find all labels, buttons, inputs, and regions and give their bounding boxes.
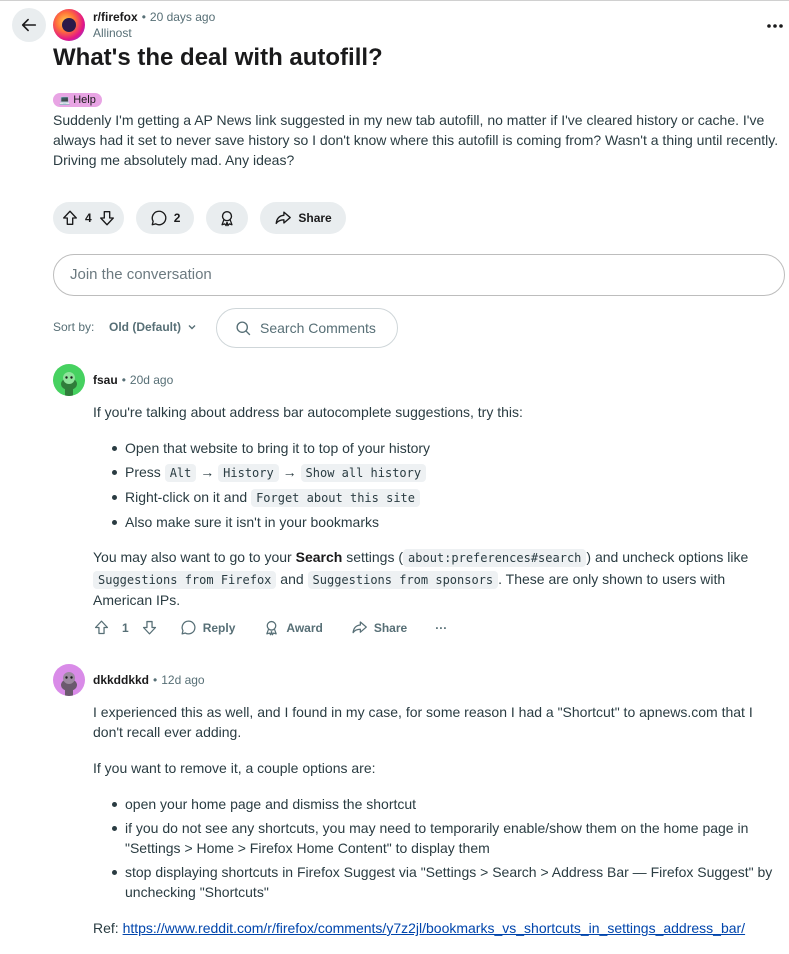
separator-dot: • — [153, 673, 158, 687]
snoo-avatar-icon — [61, 672, 77, 696]
list-item: stop displaying shortcuts in Firefox Sug… — [112, 862, 782, 902]
flair-label: Help — [73, 94, 96, 106]
top-divider — [0, 0, 789, 3]
more-options-button[interactable]: ··· — [435, 621, 447, 635]
sort-value: Old (Default) — [109, 320, 181, 334]
award-button[interactable] — [206, 202, 249, 234]
vote-count: 4 — [85, 211, 92, 225]
post-time: 20 days ago — [149, 10, 216, 24]
comment-meta: fsau • 20d ago — [93, 373, 173, 387]
avatar[interactable] — [53, 364, 85, 396]
downvote-icon[interactable] — [141, 619, 158, 636]
post-meta: r/firefox • 20 days ago — [93, 10, 215, 24]
ellipsis-icon: ··· — [435, 620, 448, 635]
inline-code: Forget about this site — [251, 489, 421, 507]
comment-text: I experienced this as well, and I found … — [93, 704, 753, 740]
separator-dot: • — [141, 10, 146, 24]
sort-label: Sort by: — [53, 320, 95, 334]
post-author[interactable]: Allinost — [93, 26, 132, 40]
subreddit-name[interactable]: r/firefox — [93, 10, 138, 24]
sort-dropdown[interactable]: Old (Default) — [109, 320, 197, 334]
downvote-icon[interactable] — [98, 209, 116, 227]
join-conversation-input[interactable]: Join the conversation — [53, 254, 785, 296]
inline-code: Suggestions from Firefox — [93, 570, 277, 589]
list-item: if you do not see any shortcuts, you may… — [112, 818, 782, 858]
post-actions: 4 2 Share — [53, 202, 346, 234]
comments-button[interactable]: 2 — [135, 202, 195, 234]
share-button[interactable]: Share — [351, 619, 407, 636]
comment-vote: 1 — [93, 619, 158, 636]
comment-list: Open that website to bring it to top of … — [112, 438, 430, 536]
inline-code: History — [218, 464, 279, 482]
ref-label: Ref: — [93, 920, 119, 936]
award-icon — [266, 620, 278, 636]
share-label: Share — [298, 211, 332, 225]
inline-code: Show all history — [300, 464, 427, 482]
snoo-avatar-icon — [61, 372, 77, 396]
comment-text: If you're talking about address bar auto… — [93, 404, 523, 420]
share-icon — [275, 211, 292, 225]
more-options-button[interactable] — [767, 16, 783, 34]
inline-code: Suggestions from sponsors — [307, 570, 499, 589]
comment-time: 12d ago — [161, 673, 205, 687]
reference-link[interactable]: https://www.reddit.com/r/firefox/comment… — [123, 920, 746, 936]
comment-count: 2 — [173, 211, 181, 225]
comment-username[interactable]: dkkddkkd — [93, 673, 149, 687]
list-item: Right-click on it and Forget about this … — [112, 487, 430, 508]
upvote-icon[interactable] — [61, 209, 79, 227]
share-button[interactable]: Share — [260, 202, 346, 234]
laptop-icon: 💻 — [59, 95, 71, 105]
search-comments-input[interactable]: Search Comments — [216, 308, 398, 348]
back-button[interactable] — [12, 8, 46, 42]
comment-meta: dkkddkkd • 12d ago — [93, 673, 205, 687]
separator-dot: • — [121, 373, 126, 387]
list-item: Press Alt → History → Show all history — [112, 462, 430, 483]
search-comments-placeholder: Search Comments — [260, 320, 376, 336]
comment-vote-count: 1 — [122, 620, 129, 635]
vote-pill: 4 — [53, 202, 124, 234]
ellipsis-icon — [767, 24, 783, 28]
comment-icon — [151, 210, 167, 226]
chevron-down-icon — [188, 325, 196, 330]
list-item: open your home page and dismiss the shor… — [112, 794, 782, 814]
comment-text: Ref: https://www.reddit.com/r/firefox/co… — [93, 918, 745, 938]
award-icon — [221, 211, 233, 227]
comment-username[interactable]: fsau — [93, 373, 118, 387]
post-title: What's the deal with autofill? — [53, 44, 383, 71]
share-icon — [352, 621, 367, 634]
arrow-left-icon — [21, 18, 37, 32]
search-icon — [236, 320, 251, 335]
list-item: Also make sure it isn't in your bookmark… — [112, 512, 430, 532]
comment-list: open your home page and dismiss the shor… — [112, 794, 782, 906]
comment-text: You may also want to go to your Search s… — [93, 549, 749, 608]
inline-code: Alt — [164, 464, 197, 482]
post-body: Suddenly I'm getting a AP News link sugg… — [53, 112, 779, 168]
subreddit-avatar[interactable] — [53, 9, 85, 41]
avatar[interactable] — [53, 664, 85, 696]
upvote-icon[interactable] — [93, 619, 110, 636]
list-item: Open that website to bring it to top of … — [112, 438, 430, 458]
comment-text: If you want to remove it, a couple optio… — [93, 760, 376, 776]
comment-actions: 1 Reply Award Share ··· — [93, 619, 447, 636]
award-button[interactable]: Award — [263, 619, 323, 636]
comment-time: 20d ago — [129, 373, 174, 387]
comment-icon — [181, 620, 196, 635]
inline-code: about:preferences#search — [403, 549, 587, 567]
reply-button[interactable]: Reply — [180, 619, 235, 636]
post-flair[interactable]: 💻 Help — [53, 93, 102, 107]
